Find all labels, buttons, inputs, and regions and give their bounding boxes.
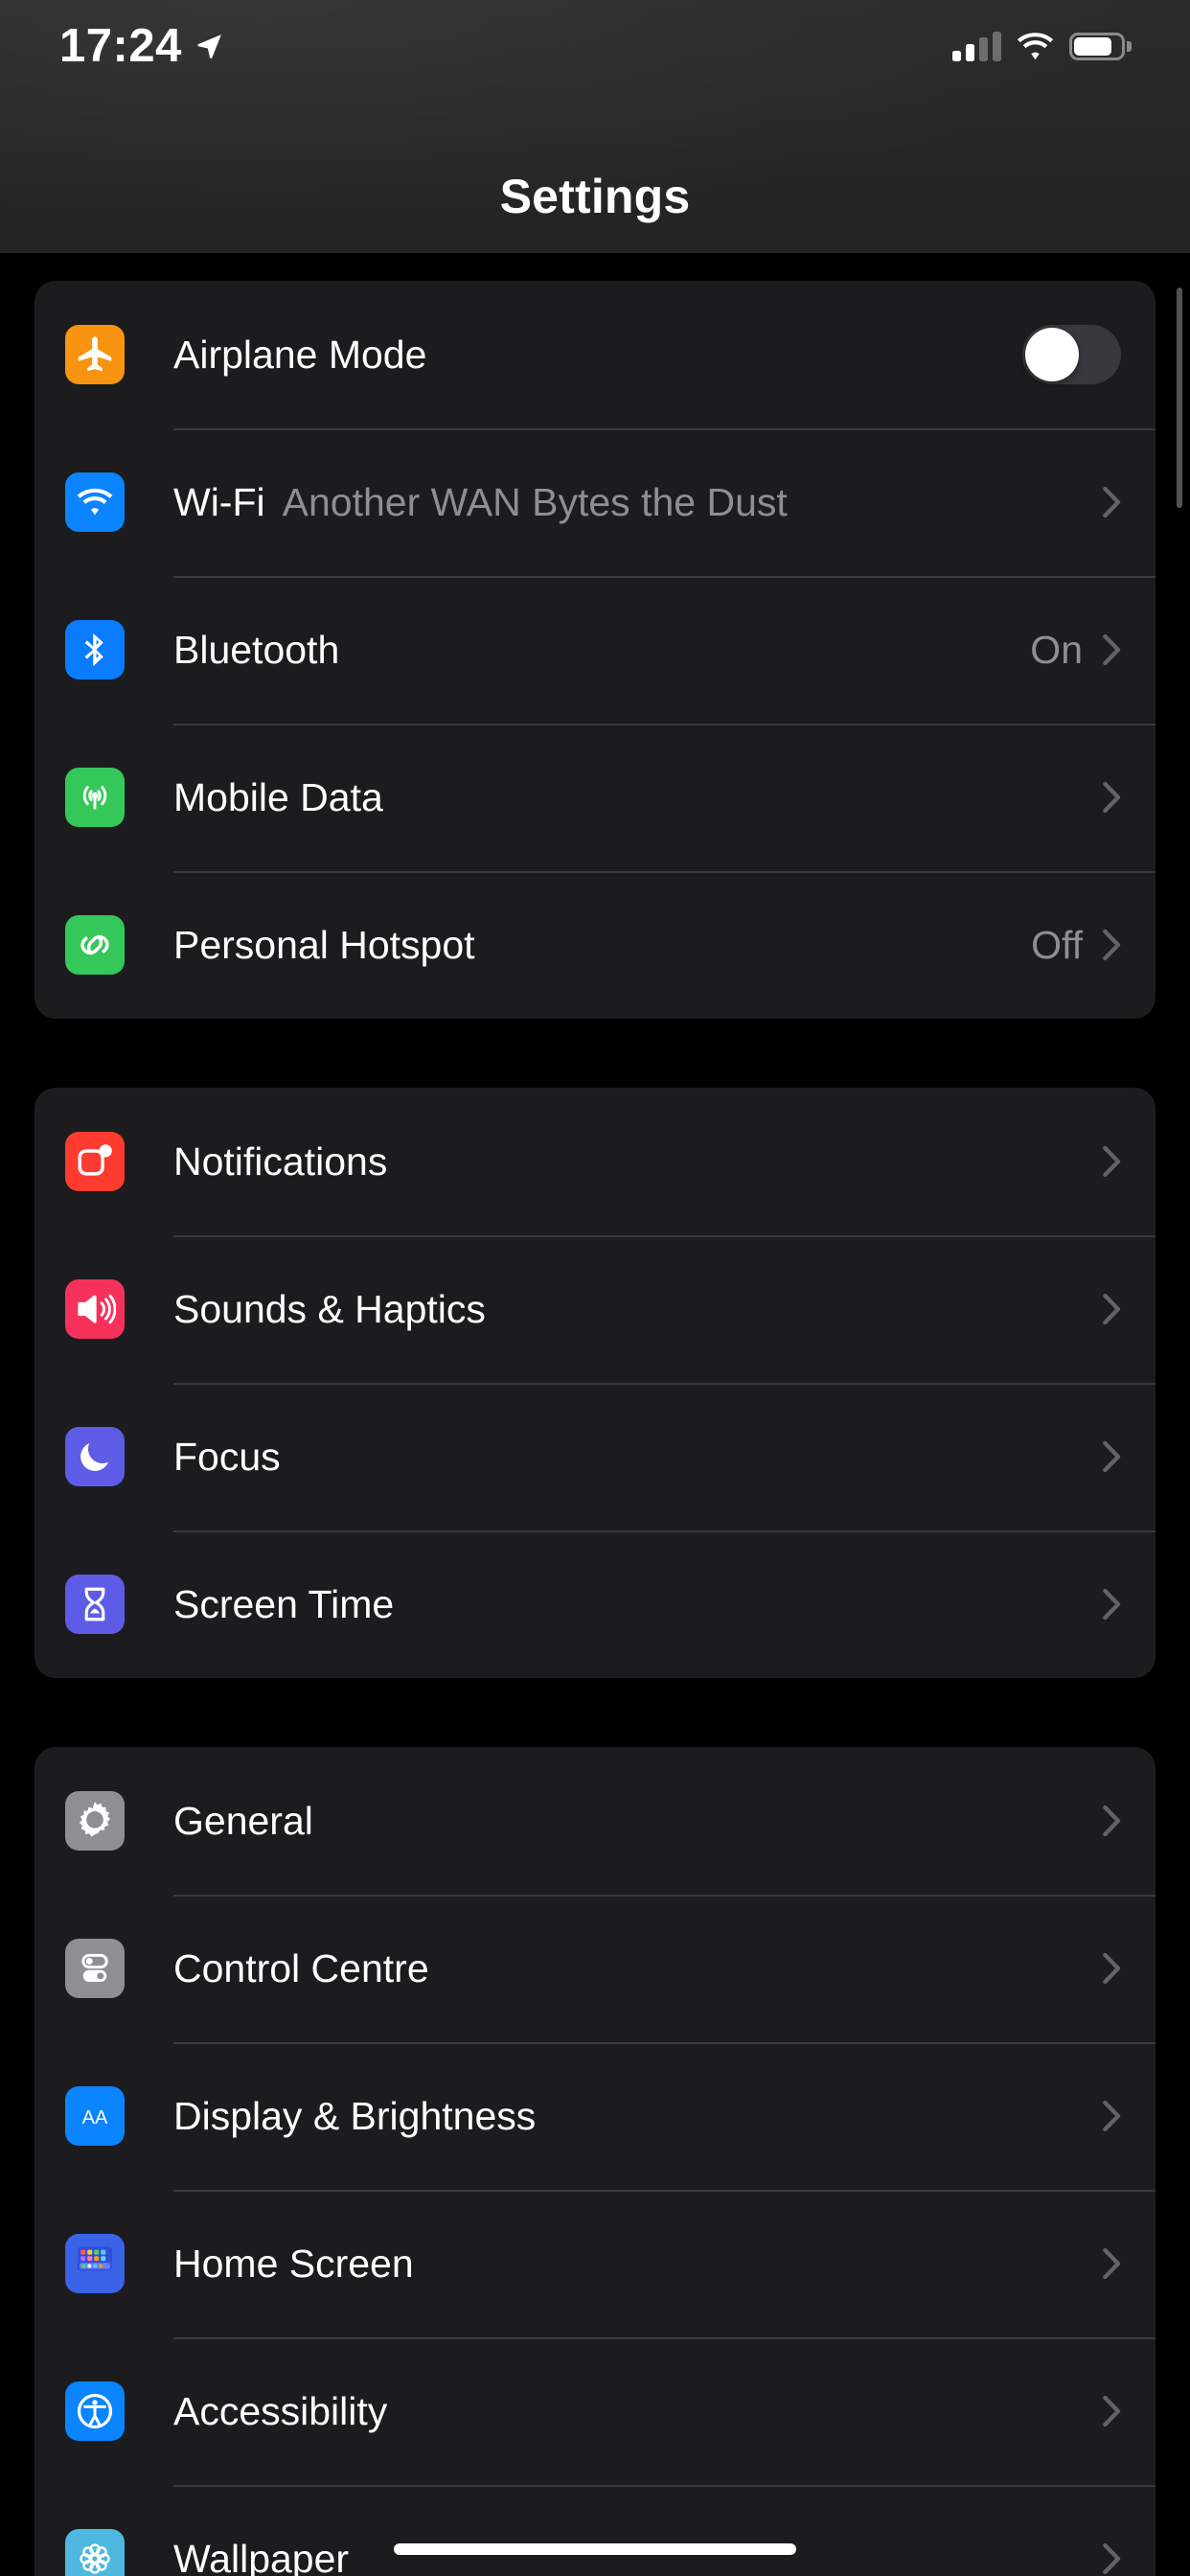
- chevron-right-icon: [1102, 633, 1121, 666]
- status-bar-clock: 17:24: [59, 19, 182, 72]
- chevron-right-icon: [1102, 2100, 1121, 2132]
- row-label: Mobile Data: [173, 774, 383, 819]
- row-label: Personal Hotspot: [173, 922, 475, 967]
- settings-row-home-screen[interactable]: Home Screen: [34, 2190, 1156, 2337]
- row-trailing: [1102, 1588, 1156, 1621]
- settings-row-wallpaper[interactable]: Wallpaper: [34, 2485, 1156, 2576]
- row-trailing: Off: [1031, 923, 1156, 968]
- settings-row-airplane-mode[interactable]: Airplane Mode: [34, 281, 1156, 428]
- mobile-data-icon: [65, 768, 125, 827]
- scroll-indicator[interactable]: [1177, 288, 1182, 508]
- chevron-right-icon: [1102, 1145, 1121, 1178]
- chevron-right-icon: [1102, 1952, 1121, 1985]
- home-indicator[interactable]: [394, 2543, 796, 2555]
- chevron-right-icon: [1102, 1805, 1121, 1837]
- row-trailing: [1102, 1952, 1156, 1985]
- settings-row-screen-time[interactable]: Screen Time: [34, 1530, 1156, 1678]
- cellular-signal-icon: [952, 31, 1001, 61]
- status-bar: 17:24: [0, 0, 1190, 92]
- chevron-right-icon: [1102, 2542, 1121, 2575]
- row-trailing: [1102, 781, 1156, 814]
- wifi-icon: [1017, 32, 1054, 60]
- settings-row-bluetooth[interactable]: Bluetooth On: [34, 576, 1156, 724]
- row-label: Display & Brightness: [173, 2093, 537, 2138]
- row-trailing: [1102, 2542, 1156, 2575]
- display-brightness-aa-icon: AA: [65, 2086, 125, 2146]
- personal-hotspot-icon: [65, 915, 125, 975]
- chevron-right-icon: [1102, 1293, 1121, 1325]
- settings-row-display-brightness[interactable]: AA Display & Brightness: [34, 2042, 1156, 2190]
- focus-moon-icon: [65, 1427, 125, 1486]
- gear-icon: [65, 1791, 125, 1851]
- row-trailing: [1102, 2100, 1156, 2132]
- settings-row-sounds-haptics[interactable]: Sounds & Haptics: [34, 1235, 1156, 1383]
- settings-row-mobile-data[interactable]: Mobile Data: [34, 724, 1156, 871]
- status-bar-left: 17:24: [59, 19, 224, 72]
- row-label: Screen Time: [173, 1581, 395, 1626]
- svg-text:AA: AA: [82, 2107, 108, 2128]
- home-screen-grid-icon: [65, 2234, 125, 2293]
- row-trailing: [1102, 486, 1156, 518]
- wifi-icon: [65, 472, 125, 532]
- row-label: Focus: [173, 1434, 281, 1479]
- settings-group: Notifications Sounds & Haptics Focus Screen…: [34, 1088, 1156, 1678]
- page-title: Settings: [499, 170, 691, 223]
- row-value: Another WAN Bytes the Dust: [282, 479, 788, 524]
- row-value: On: [1030, 627, 1083, 672]
- chevron-right-icon: [1102, 1588, 1121, 1621]
- chevron-right-icon: [1102, 781, 1121, 814]
- settings-row-wi-fi[interactable]: Wi-Fi Another WAN Bytes the Dust: [34, 428, 1156, 576]
- settings-row-general[interactable]: General: [34, 1747, 1156, 1895]
- status-bar-right: [952, 31, 1132, 61]
- notifications-icon: [65, 1132, 125, 1191]
- row-label: General: [173, 1798, 313, 1843]
- settings-row-personal-hotspot[interactable]: Personal Hotspot Off: [34, 871, 1156, 1019]
- bluetooth-icon: [65, 620, 125, 679]
- row-label: Control Centre: [173, 1945, 429, 1990]
- sounds-haptics-icon: [65, 1279, 125, 1339]
- row-label-group: Wi-Fi Another WAN Bytes the Dust: [173, 480, 788, 525]
- toggle-knob: [1025, 328, 1079, 381]
- row-label: Bluetooth: [173, 627, 340, 672]
- row-label: Sounds & Haptics: [173, 1286, 486, 1331]
- row-trailing: [1102, 2247, 1156, 2280]
- chevron-right-icon: [1102, 929, 1121, 961]
- settings-row-notifications[interactable]: Notifications: [34, 1088, 1156, 1235]
- settings-list[interactable]: Airplane Mode Wi-Fi Another WAN Bytes the …: [0, 253, 1190, 2576]
- row-trailing: [1102, 2395, 1156, 2427]
- row-label: Wi-Fi: [173, 479, 265, 524]
- row-trailing: On: [1030, 628, 1156, 673]
- settings-group: Airplane Mode Wi-Fi Another WAN Bytes the …: [34, 281, 1156, 1019]
- settings-group: General Control Centre AA Display & Brightn…: [34, 1747, 1156, 2576]
- toggle-switch[interactable]: [1022, 325, 1121, 384]
- row-label: Wallpaper: [173, 2536, 350, 2576]
- location-arrow-icon: [195, 32, 224, 60]
- row-label: Accessibility: [173, 2388, 388, 2433]
- battery-icon: [1069, 32, 1132, 60]
- settings-row-focus[interactable]: Focus: [34, 1383, 1156, 1530]
- row-trailing: [1102, 1805, 1156, 1837]
- row-trailing: [1022, 325, 1156, 384]
- settings-row-accessibility[interactable]: Accessibility: [34, 2337, 1156, 2485]
- row-label: Airplane Mode: [173, 332, 427, 377]
- airplane-icon: [65, 325, 125, 384]
- accessibility-icon: [65, 2381, 125, 2441]
- settings-row-control-centre[interactable]: Control Centre: [34, 1895, 1156, 2042]
- row-trailing: [1102, 1293, 1156, 1325]
- wallpaper-flower-icon: [65, 2529, 125, 2576]
- row-label: Notifications: [173, 1138, 388, 1184]
- chevron-right-icon: [1102, 2247, 1121, 2280]
- settings-screen: Settings 17:24 Airplane Mode Wi-Fi Anoth…: [0, 0, 1190, 2576]
- control-centre-toggles-icon: [65, 1939, 125, 1998]
- row-trailing: [1102, 1440, 1156, 1473]
- chevron-right-icon: [1102, 2395, 1121, 2427]
- chevron-right-icon: [1102, 1440, 1121, 1473]
- chevron-right-icon: [1102, 486, 1121, 518]
- row-label: Home Screen: [173, 2241, 414, 2286]
- row-trailing: [1102, 1145, 1156, 1178]
- screen-time-hourglass-icon: [65, 1575, 125, 1634]
- row-value: Off: [1031, 922, 1083, 967]
